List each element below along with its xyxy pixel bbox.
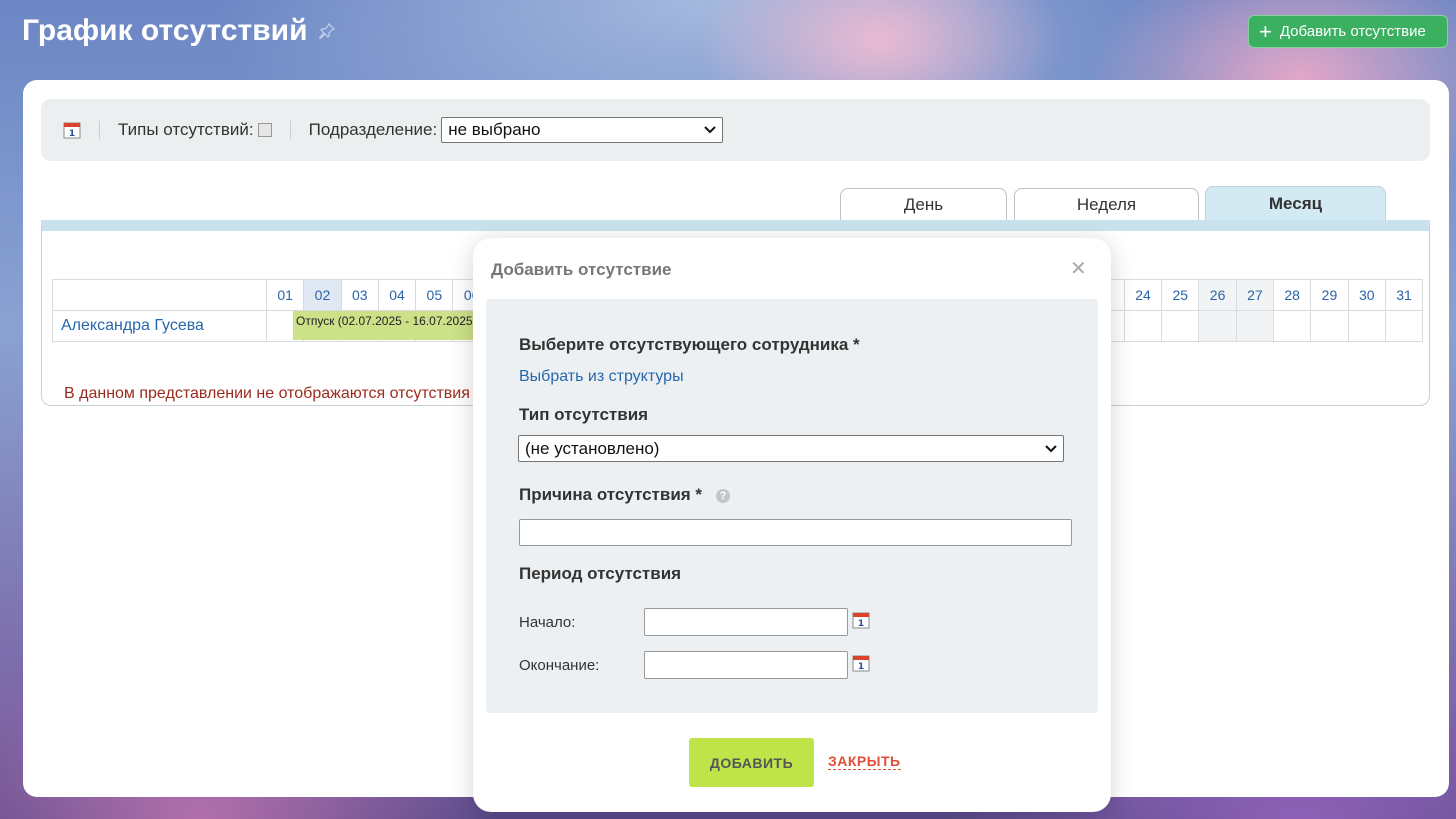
dialog-body: Выберите отсутствующего сотрудника * Выб… bbox=[486, 299, 1098, 713]
day-cell bbox=[1310, 310, 1349, 342]
day-cell[interactable]: 25 bbox=[1161, 279, 1200, 311]
reason-label: Причина отсутствия *? bbox=[519, 485, 731, 505]
department-label: Подразделение: bbox=[308, 120, 438, 139]
toolbar-divider bbox=[289, 121, 291, 139]
view-tabs: День Неделя Месяц bbox=[23, 186, 1449, 220]
dialog-title: Добавить отсутствие bbox=[491, 260, 672, 279]
add-absence-dialog: Добавить отсутствие ✕ Выберите отсутству… bbox=[473, 238, 1111, 812]
reason-input[interactable] bbox=[519, 519, 1072, 546]
day-cell[interactable]: 01 bbox=[265, 279, 305, 311]
svg-text:1: 1 bbox=[858, 662, 864, 672]
absence-bar[interactable]: Отпуск (02.07.2025 - 16.07.2025) bbox=[293, 311, 473, 340]
submit-button[interactable]: ДОБАВИТЬ bbox=[689, 738, 814, 787]
employee-name-link[interactable]: Александра Гусева bbox=[52, 310, 267, 342]
day-cell bbox=[1161, 310, 1200, 342]
day-cell[interactable]: 03 bbox=[340, 279, 379, 311]
close-button[interactable]: ЗАКРЫТЬ bbox=[828, 753, 901, 770]
absence-types-checkbox[interactable] bbox=[257, 123, 272, 137]
day-cell[interactable]: 31 bbox=[1384, 279, 1424, 311]
chevron-down-icon bbox=[1045, 444, 1057, 452]
chevron-down-icon bbox=[704, 126, 716, 134]
day-cell[interactable]: 27 bbox=[1235, 279, 1275, 311]
add-absence-button[interactable]: + Добавить отсутствие bbox=[1248, 15, 1448, 48]
calendar-icon[interactable]: 1 bbox=[852, 611, 870, 629]
start-label: Начало: bbox=[519, 614, 576, 631]
pin-icon[interactable] bbox=[318, 22, 336, 40]
toolbar-divider bbox=[99, 121, 100, 139]
day-cell[interactable]: 30 bbox=[1347, 279, 1386, 311]
day-cell bbox=[1273, 310, 1312, 342]
absence-types-label: Типы отсутствий: bbox=[118, 120, 254, 139]
day-cell bbox=[1384, 310, 1424, 342]
day-cell bbox=[1123, 310, 1163, 342]
page-title: График отсутствий bbox=[22, 14, 336, 48]
day-cell[interactable]: 02 bbox=[303, 279, 342, 311]
day-cell[interactable]: 29 bbox=[1310, 279, 1349, 311]
day-cell bbox=[1347, 310, 1386, 342]
department-select[interactable]: не выбрано bbox=[441, 117, 724, 143]
svg-text:1: 1 bbox=[858, 619, 864, 629]
day-cell bbox=[1198, 310, 1237, 342]
absence-type-label: Тип отсутствия bbox=[519, 405, 649, 424]
day-cell[interactable]: 05 bbox=[415, 279, 454, 311]
close-icon[interactable]: ✕ bbox=[1070, 256, 1087, 281]
select-from-structure-link[interactable]: Выбрать из структуры bbox=[519, 368, 684, 386]
tab-day[interactable]: День bbox=[840, 188, 1007, 220]
tab-week[interactable]: Неделя bbox=[1014, 188, 1199, 220]
help-icon[interactable]: ? bbox=[716, 488, 731, 503]
start-date-input[interactable] bbox=[644, 608, 848, 636]
header-empty-cell bbox=[52, 279, 267, 311]
notice-text: В данном представлении не отображаются о… bbox=[64, 385, 470, 402]
day-cell[interactable]: 04 bbox=[377, 279, 417, 311]
period-label: Период отсутствия bbox=[519, 564, 682, 583]
calendar-icon[interactable]: 1 bbox=[63, 121, 81, 139]
calendar-icon[interactable]: 1 bbox=[852, 654, 870, 672]
svg-text:1: 1 bbox=[69, 129, 75, 139]
plus-icon: + bbox=[1259, 18, 1272, 44]
employee-label: Выберите отсутствующего сотрудника * bbox=[519, 335, 860, 354]
day-cell[interactable]: 26 bbox=[1198, 279, 1237, 311]
filter-toolbar: 1 Типы отсутствий: Подразделение: не выб… bbox=[41, 99, 1430, 161]
end-date-input[interactable] bbox=[644, 651, 848, 679]
tab-month[interactable]: Месяц bbox=[1205, 186, 1386, 220]
day-cell[interactable]: 28 bbox=[1273, 279, 1312, 311]
end-label: Окончание: bbox=[519, 657, 600, 674]
day-cell bbox=[1235, 310, 1275, 342]
absence-type-select[interactable]: (не установлено) bbox=[518, 435, 1064, 462]
day-cell[interactable]: 24 bbox=[1123, 279, 1163, 311]
